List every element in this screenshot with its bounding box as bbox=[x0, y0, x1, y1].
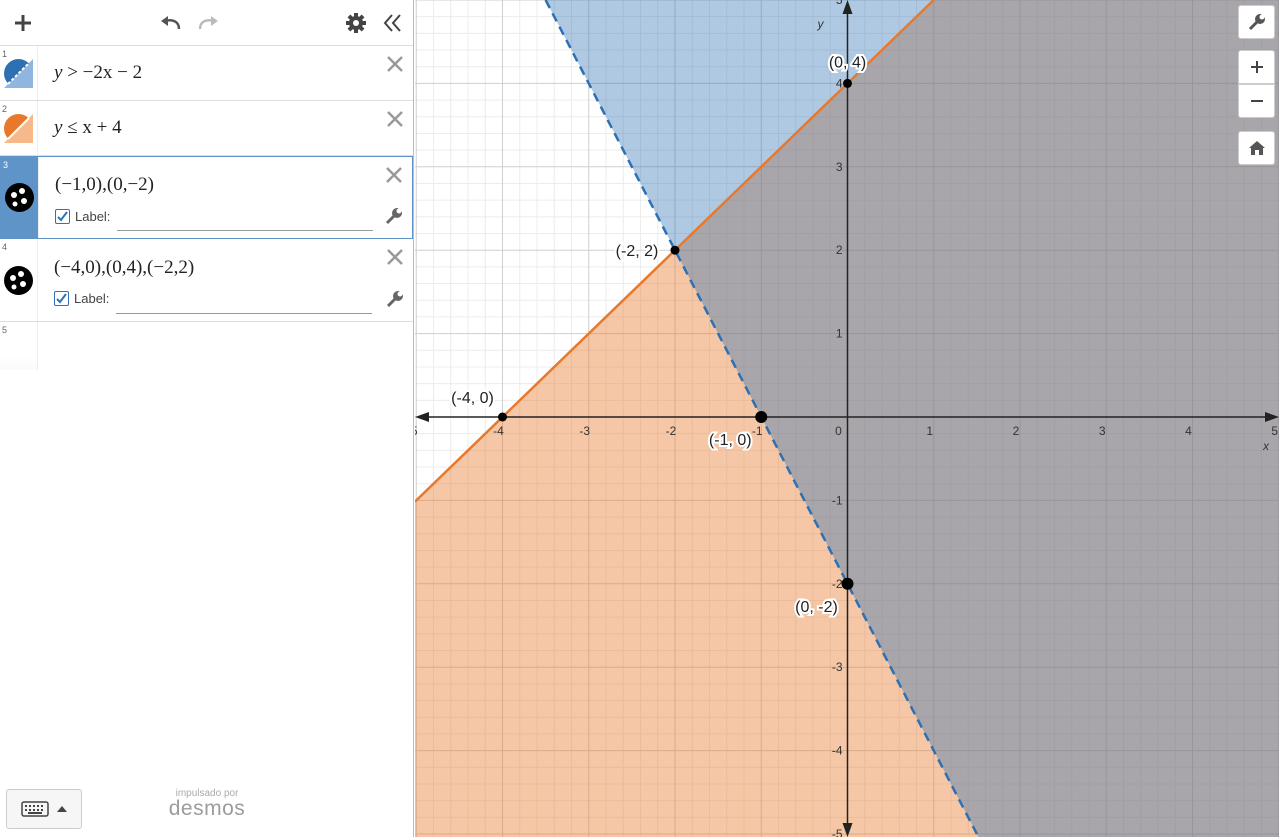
point-label: (0, 4) bbox=[829, 54, 866, 71]
zoom-in-button[interactable] bbox=[1238, 50, 1275, 84]
y-tick-label: -1 bbox=[832, 493, 843, 507]
branding-logo: desmos bbox=[168, 797, 246, 820]
y-tick-label: 2 bbox=[836, 243, 843, 257]
label-toggle[interactable]: Label: bbox=[55, 209, 110, 224]
expression-gutter: 3 bbox=[1, 157, 39, 238]
redo-icon bbox=[198, 16, 218, 30]
zoom-out-button[interactable] bbox=[1238, 84, 1275, 118]
x-tick-label: -3 bbox=[579, 424, 590, 438]
x-tick-label: -5 bbox=[415, 424, 418, 438]
x-tick-label: 0 bbox=[835, 424, 842, 438]
x-axis-label: x bbox=[1262, 439, 1270, 453]
check-icon bbox=[57, 211, 68, 222]
y-tick-label: 3 bbox=[836, 160, 843, 174]
wrench-icon[interactable] bbox=[385, 289, 405, 309]
label-toggle[interactable]: Label: bbox=[54, 291, 109, 306]
plotted-point[interactable] bbox=[843, 78, 852, 88]
double-chevron-left-icon bbox=[383, 14, 401, 32]
expression-row-3[interactable]: 3 (−1,0),(0,−2) Label: bbox=[0, 156, 413, 239]
points-icon[interactable] bbox=[5, 183, 34, 212]
inequality-blue-icon[interactable] bbox=[4, 59, 33, 88]
desmos-branding[interactable]: impulsado por desmos bbox=[160, 788, 254, 821]
point-label: (-4, 0) bbox=[451, 390, 494, 407]
home-icon bbox=[1248, 141, 1265, 155]
redo-button[interactable] bbox=[194, 9, 222, 37]
x-tick-label: 1 bbox=[926, 424, 933, 438]
y-tick-label: 4 bbox=[836, 76, 843, 90]
delete-expression-icon[interactable] bbox=[385, 54, 405, 74]
delete-expression-icon[interactable] bbox=[385, 109, 405, 129]
x-tick-label: -1 bbox=[752, 424, 763, 438]
expression-index: 2 bbox=[2, 104, 8, 114]
label-text: Label: bbox=[74, 291, 110, 306]
expression-row-1[interactable]: 1 y > −2x − 2 bbox=[0, 46, 413, 101]
wrench-icon bbox=[1248, 14, 1265, 31]
expression-index: 5 bbox=[2, 325, 8, 335]
plotted-point[interactable] bbox=[498, 412, 507, 422]
check-icon bbox=[56, 293, 67, 304]
inequality-orange-icon[interactable] bbox=[4, 114, 33, 143]
y-tick-label: -3 bbox=[832, 660, 843, 674]
expression-index: 3 bbox=[3, 160, 9, 170]
x-tick-label: 2 bbox=[1013, 424, 1020, 438]
expression-toolbar bbox=[0, 0, 413, 46]
minus-icon bbox=[1250, 100, 1263, 102]
expression-gutter: 2 bbox=[0, 101, 38, 155]
x-tick-label: 3 bbox=[1099, 424, 1106, 438]
x-tick-label: 5 bbox=[1271, 424, 1278, 438]
expression-index: 4 bbox=[2, 242, 8, 252]
expression-panel: 1 y > −2x − 2 2 y ≤ x + 4 3 (−1,0),(0,−2… bbox=[0, 0, 414, 837]
plus-icon bbox=[15, 15, 31, 31]
expression-gutter: 5 bbox=[0, 322, 38, 370]
y-axis-label: y bbox=[817, 17, 825, 31]
collapse-panel-button[interactable] bbox=[378, 9, 406, 37]
caret-up-icon bbox=[57, 806, 67, 812]
expression-row-2[interactable]: 2 y ≤ x + 4 bbox=[0, 101, 413, 156]
keyboard-icon bbox=[21, 801, 49, 817]
expression-gutter: 4 bbox=[0, 239, 38, 321]
undo-icon bbox=[161, 16, 181, 30]
x-tick-label: -4 bbox=[493, 424, 504, 438]
expression-row-4[interactable]: 4 (−4,0),(0,4),(−2,2) Label: bbox=[0, 239, 413, 322]
point-label: (-2, 2) bbox=[616, 243, 659, 260]
y-tick-label: 5 bbox=[836, 0, 843, 7]
x-tick-label: 4 bbox=[1185, 424, 1192, 438]
delete-expression-icon[interactable] bbox=[384, 165, 404, 185]
delete-expression-icon[interactable] bbox=[385, 247, 405, 267]
plotted-point[interactable] bbox=[841, 577, 854, 590]
settings-button[interactable] bbox=[342, 9, 370, 37]
label-input[interactable] bbox=[116, 313, 372, 314]
home-button[interactable] bbox=[1238, 131, 1275, 165]
keyboard-toggle-button[interactable] bbox=[6, 789, 82, 829]
gear-icon bbox=[346, 13, 366, 33]
label-input[interactable] bbox=[117, 230, 373, 231]
label-checkbox[interactable] bbox=[55, 209, 70, 224]
add-expression-button[interactable] bbox=[9, 9, 37, 37]
label-text: Label: bbox=[75, 209, 111, 224]
undo-button[interactable] bbox=[157, 9, 185, 37]
x-axis-left-arrow bbox=[415, 412, 429, 422]
label-checkbox[interactable] bbox=[54, 291, 69, 306]
y-tick-label: -4 bbox=[832, 744, 843, 758]
points-icon[interactable] bbox=[4, 266, 33, 295]
expression-row-5[interactable]: 5 bbox=[0, 322, 413, 370]
plus-icon bbox=[1250, 61, 1263, 73]
expression-math[interactable]: (−1,0),(0,−2) bbox=[55, 174, 154, 196]
expression-math[interactable]: (−4,0),(0,4),(−2,2) bbox=[54, 257, 194, 279]
expression-math[interactable]: y ≤ x + 4 bbox=[54, 117, 122, 139]
plotted-point[interactable] bbox=[670, 245, 680, 255]
plotted-point[interactable] bbox=[755, 411, 768, 423]
expression-gutter: 1 bbox=[0, 46, 38, 100]
point-label: (-1, 0) bbox=[709, 432, 752, 449]
y-tick-label: 1 bbox=[836, 327, 843, 341]
wrench-icon[interactable] bbox=[384, 206, 404, 226]
graph-canvas[interactable]: -5 -4 -3 -2 -1 0 1 2 3 4 5 5 4 3 2 1 -1 -2 -3 -4 -5 x y (-1, 0)… bbox=[415, 0, 1279, 837]
point-label: (0, -2) bbox=[795, 599, 838, 616]
expression-index: 1 bbox=[2, 49, 8, 59]
y-tick-label: -2 bbox=[832, 577, 843, 591]
graph-settings-button[interactable] bbox=[1238, 5, 1275, 39]
y-tick-label: -5 bbox=[832, 827, 843, 837]
expression-math[interactable]: y > −2x − 2 bbox=[54, 62, 142, 84]
x-tick-label: -2 bbox=[666, 424, 677, 438]
